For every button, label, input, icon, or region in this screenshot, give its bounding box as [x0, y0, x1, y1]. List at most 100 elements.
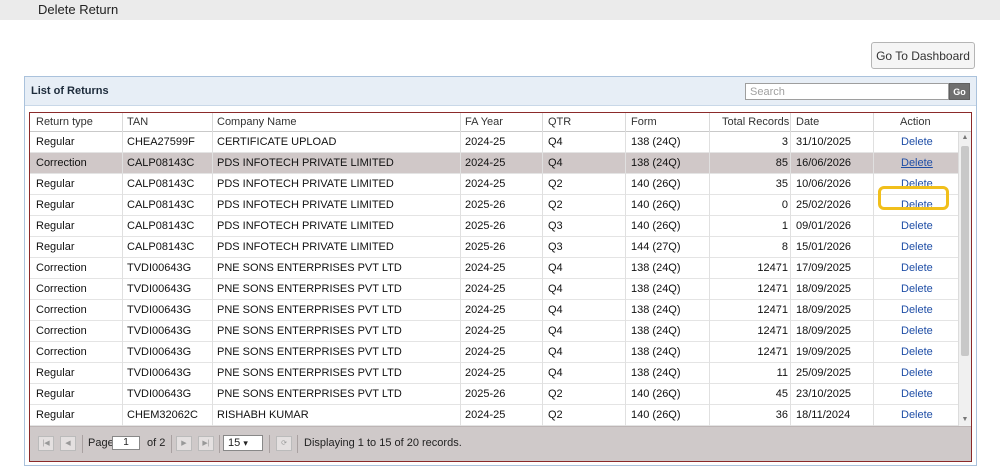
cell-form: 140 (26Q) [631, 178, 681, 190]
delete-link[interactable]: Delete [901, 241, 933, 253]
cell-qtr: Q2 [548, 178, 563, 190]
cell-form: 140 (26Q) [631, 220, 681, 232]
table-row[interactable]: Regular TVDI00643G PNE SONS ENTERPRISES PV… [30, 384, 958, 405]
table-row[interactable]: Regular TVDI00643G PNE SONS ENTERPRISES PV… [30, 363, 958, 384]
cell-date: 18/09/2025 [796, 283, 852, 295]
col-form[interactable]: Form [631, 116, 657, 128]
delete-link[interactable]: Delete [901, 304, 933, 316]
cell-return-type: Correction [36, 157, 87, 169]
search-input[interactable] [745, 83, 949, 100]
col-total-records[interactable]: Total Records [722, 116, 789, 128]
delete-link[interactable]: Delete [901, 325, 933, 337]
table-row[interactable]: Correction TVDI00643G PNE SONS ENTERPRISES… [30, 321, 958, 342]
cell-return-type: Regular [36, 178, 75, 190]
scroll-down-icon[interactable]: ▼ [959, 414, 971, 426]
scroll-thumb[interactable] [961, 146, 969, 356]
next-page-icon[interactable]: ▶ [176, 436, 192, 451]
col-tan[interactable]: TAN [127, 116, 148, 128]
vertical-scrollbar[interactable]: ▲ ▼ [958, 132, 971, 426]
cell-date: 25/09/2025 [796, 367, 852, 379]
cell-return-type: Regular [36, 367, 75, 379]
cell-fa-year: 2024-25 [465, 325, 506, 337]
cell-form: 138 (24Q) [631, 283, 681, 295]
scroll-up-icon[interactable]: ▲ [959, 132, 971, 144]
cell-fa-year: 2024-25 [465, 304, 506, 316]
cell-return-type: Regular [36, 220, 75, 232]
prev-page-icon[interactable]: ◀ [60, 436, 76, 451]
cell-tan: CHEA27599F [127, 136, 195, 148]
grid-header: Return type TAN Company Name FA Year QTR… [30, 113, 971, 132]
last-page-icon[interactable]: ▶| [198, 436, 214, 451]
delete-link[interactable]: Delete [901, 157, 933, 169]
cell-tan: CHEM32062C [127, 409, 198, 421]
table-row[interactable]: Regular CALP08143C PDS INFOTECH PRIVATE LI… [30, 174, 958, 195]
cell-qtr: Q4 [548, 304, 563, 316]
grid-body: Regular CHEA27599F CERTIFICATE UPLOAD 2024-… [30, 132, 958, 426]
col-return-type[interactable]: Return type [36, 116, 93, 128]
cell-qtr: Q4 [548, 367, 563, 379]
table-row[interactable]: Correction TVDI00643G PNE SONS ENTERPRISES… [30, 279, 958, 300]
page-number-input[interactable]: 1 [112, 436, 140, 450]
cell-total-records: 85 [775, 157, 788, 169]
col-company-name[interactable]: Company Name [217, 116, 296, 128]
cell-date: 23/10/2025 [796, 388, 852, 400]
page-count: of 2 [147, 437, 166, 449]
col-fa-year[interactable]: FA Year [465, 116, 503, 128]
cell-total-records: 11 [776, 367, 788, 379]
cell-form: 138 (24Q) [631, 367, 681, 379]
refresh-icon[interactable]: ⟳ [276, 436, 292, 451]
table-row[interactable]: Correction TVDI00643G PNE SONS ENTERPRISES… [30, 300, 958, 321]
cell-company-name: PNE SONS ENTERPRISES PVT LTD [217, 346, 402, 358]
cell-date: 18/11/2024 [796, 409, 851, 421]
cell-date: 09/01/2026 [796, 220, 852, 232]
cell-form: 138 (24Q) [631, 346, 681, 358]
go-button[interactable]: Go [949, 83, 970, 100]
delete-link[interactable]: Delete [901, 136, 933, 148]
first-page-icon[interactable]: |◀ [38, 436, 54, 451]
table-row[interactable]: Correction CALP08143C PDS INFOTECH PRIVATE… [30, 153, 958, 174]
go-to-dashboard-button[interactable]: Go To Dashboard [871, 42, 975, 69]
highlight-box [878, 186, 949, 210]
cell-company-name: PDS INFOTECH PRIVATE LIMITED [217, 199, 394, 211]
cell-date: 16/06/2026 [796, 157, 852, 169]
page-size-value: 15 [228, 437, 241, 449]
cell-qtr: Q4 [548, 325, 563, 337]
delete-link[interactable]: Delete [901, 220, 933, 232]
delete-link[interactable]: Delete [901, 283, 933, 295]
table-row[interactable]: Regular CHEM32062C RISHABH KUMAR 2024-25 Q2 1… [30, 405, 958, 426]
table-row[interactable]: Regular CHEA27599F CERTIFICATE UPLOAD 2024-… [30, 132, 958, 153]
col-action: Action [900, 116, 931, 128]
delete-link[interactable]: Delete [901, 388, 933, 400]
cell-fa-year: 2025-26 [465, 199, 506, 211]
page-size-select[interactable]: 15 ▾ [223, 435, 263, 451]
cell-qtr: Q4 [548, 136, 563, 148]
cell-tan: CALP08143C [127, 220, 195, 232]
delete-link[interactable]: Delete [901, 367, 933, 379]
cell-return-type: Correction [36, 262, 87, 274]
cell-total-records: 3 [781, 136, 788, 148]
cell-company-name: PDS INFOTECH PRIVATE LIMITED [217, 241, 394, 253]
delete-link[interactable]: Delete [901, 346, 933, 358]
cell-total-records: 12471 [757, 325, 788, 337]
delete-link[interactable]: Delete [901, 409, 933, 421]
returns-grid: Return type TAN Company Name FA Year QTR… [29, 112, 972, 462]
cell-return-type: Correction [36, 304, 87, 316]
table-row[interactable]: Correction TVDI00643G PNE SONS ENTERPRISES… [30, 258, 958, 279]
cell-total-records: 8 [781, 241, 788, 253]
table-row[interactable]: Regular CALP08143C PDS INFOTECH PRIVATE LI… [30, 237, 958, 258]
col-date[interactable]: Date [796, 116, 819, 128]
cell-form: 140 (26Q) [631, 199, 681, 211]
cell-return-type: Correction [36, 346, 87, 358]
delete-link[interactable]: Delete [901, 262, 933, 274]
panel-title: List of Returns [31, 85, 109, 97]
table-row[interactable]: Correction TVDI00643G PNE SONS ENTERPRISES… [30, 342, 958, 363]
col-qtr[interactable]: QTR [548, 116, 571, 128]
cell-qtr: Q4 [548, 283, 563, 295]
cell-date: 25/02/2026 [796, 199, 852, 211]
table-row[interactable]: Regular CALP08143C PDS INFOTECH PRIVATE LI… [30, 195, 958, 216]
returns-panel: List of Returns Go Return type TAN Compa… [24, 76, 977, 466]
cell-tan: TVDI00643G [127, 325, 192, 337]
table-row[interactable]: Regular CALP08143C PDS INFOTECH PRIVATE LI… [30, 216, 958, 237]
cell-date: 15/01/2026 [796, 241, 852, 253]
page-label: Page [88, 437, 114, 449]
